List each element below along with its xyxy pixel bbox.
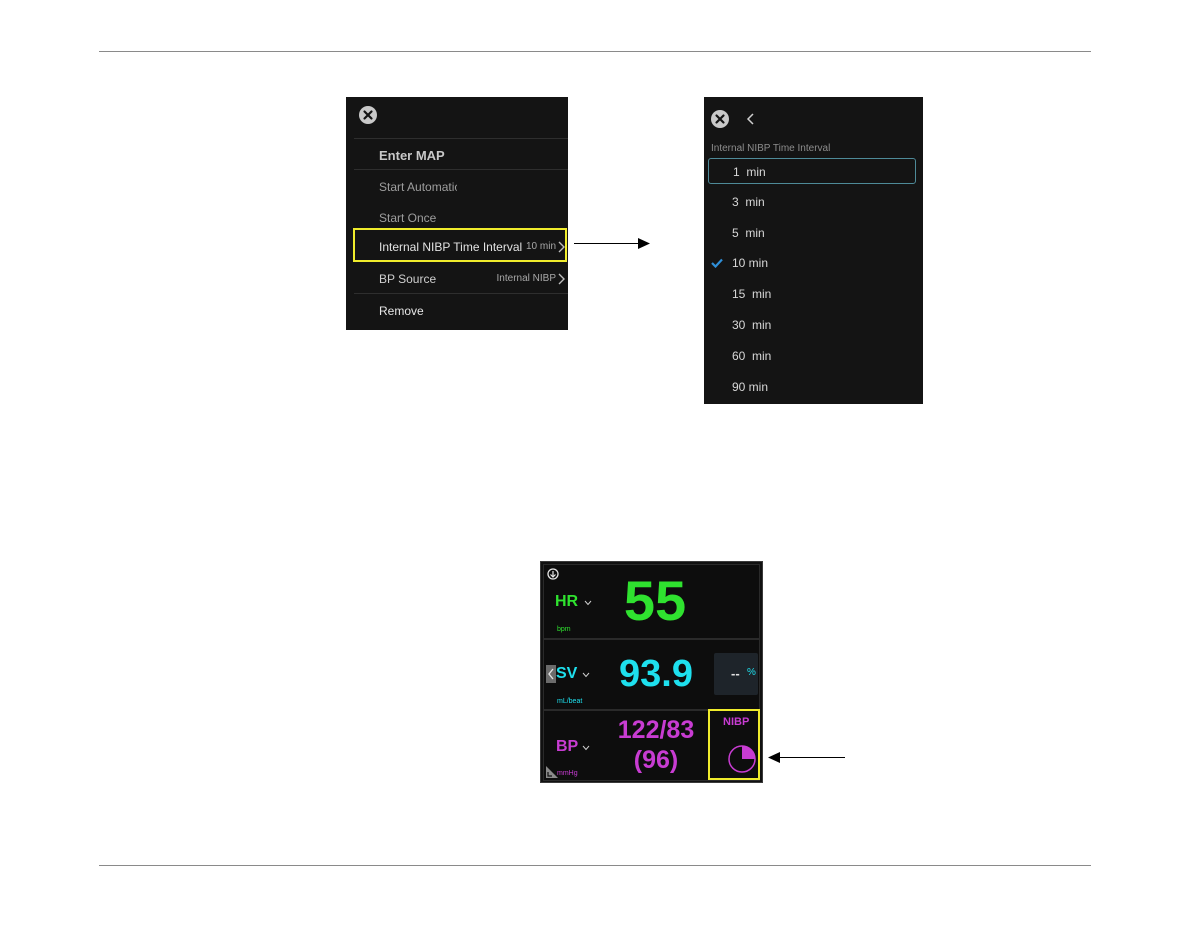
interval-option-label: 5 min [732,225,765,240]
sv-label: SV [556,665,578,682]
interval-option-label: 90 min [732,379,769,394]
menu-item-label: Start Automatic [379,180,457,194]
divider [354,138,568,139]
sv-change-value: -- [731,666,740,681]
hr-value: 55 [623,569,687,632]
close-icon[interactable] [711,110,729,128]
highlight-box [708,709,760,780]
arrowhead-icon [768,752,780,763]
callout-arrow [778,757,845,758]
interval-option[interactable]: 1 min [708,158,916,184]
interval-option[interactable]: 5 min [708,220,916,246]
nibp-context-menu: Enter MAP Start Automatic Start Once Int… [346,97,568,330]
chevron-right-icon [558,273,565,285]
enter-map-label: Enter MAP [379,148,445,163]
bp-map: (96) [633,746,679,774]
interval-option-label: 1 min [733,165,766,179]
bp-tile[interactable]: BP mmHg 122/83 (96) [543,710,709,781]
hr-label: HR [555,593,579,610]
back-chevron-icon[interactable] [746,112,756,126]
interval-panel: Internal NIBP Time Interval 1 min 3 min 5 … [704,97,923,404]
chevron-down-icon[interactable] [584,600,592,606]
settings-icon[interactable] [547,568,559,580]
chevron-left-icon [548,668,554,680]
enter-map-title: Enter MAP [354,141,568,171]
menu-item-label: BP Source [379,272,437,286]
hr-unit: bpm [557,626,571,633]
hr-tile[interactable]: HR bpm 55 [543,564,760,639]
divider [354,169,568,170]
bp-sys-dia: 122/83 [617,716,695,744]
close-icon[interactable] [359,106,377,124]
interval-option[interactable]: 90 min [708,374,916,400]
bottom-rule [99,865,1091,866]
menu-item-start-automatic[interactable]: Start Automatic [354,172,568,202]
interval-option[interactable]: 15 min [708,281,916,307]
menu-item-value: Internal NIBP [496,273,556,284]
menu-item-remove[interactable]: Remove [354,296,568,326]
interval-option[interactable]: 10 min [708,250,916,276]
divider [354,293,568,294]
interval-option[interactable]: 60 min [708,343,916,369]
interval-option-label: 10 min [732,256,769,271]
sv-change-box: -- % [714,653,758,695]
interval-option-label: 3 min [732,194,765,209]
sv-tile[interactable]: SV mL/beat 93.9 -- % [543,639,760,710]
sv-value: 93.9 [619,653,693,695]
arrowhead-icon [638,238,650,249]
interval-panel-title: Internal NIBP Time Interval [711,143,831,154]
interval-option[interactable]: 3 min [708,189,916,215]
collapse-tab[interactable] [546,665,556,683]
chevron-down-icon[interactable] [582,745,590,751]
sv-unit: mL/beat [557,698,583,705]
chevron-down-icon[interactable] [582,672,590,678]
highlight-box [353,228,567,262]
top-rule [99,51,1091,52]
interval-option-label: 15 min [732,287,772,302]
parameter-monitor: HR bpm 55 SV mL/beat 93.9 -- % BP mmHg 1… [540,561,763,783]
bp-unit: mmHg [557,770,578,777]
menu-item-label: Start Once [379,211,437,225]
callout-arrow [574,243,640,244]
menu-item-bp-source[interactable]: BP Source Internal NIBP [354,264,568,294]
interval-option[interactable]: 30 min [708,312,916,338]
menu-item-label: Remove [379,304,424,318]
interval-option-label: 30 min [732,318,772,332]
bp-label: BP [556,738,579,755]
interval-option-label: 60 min [732,348,772,363]
sv-change-unit: % [747,667,756,678]
checkmark-icon [711,259,723,269]
